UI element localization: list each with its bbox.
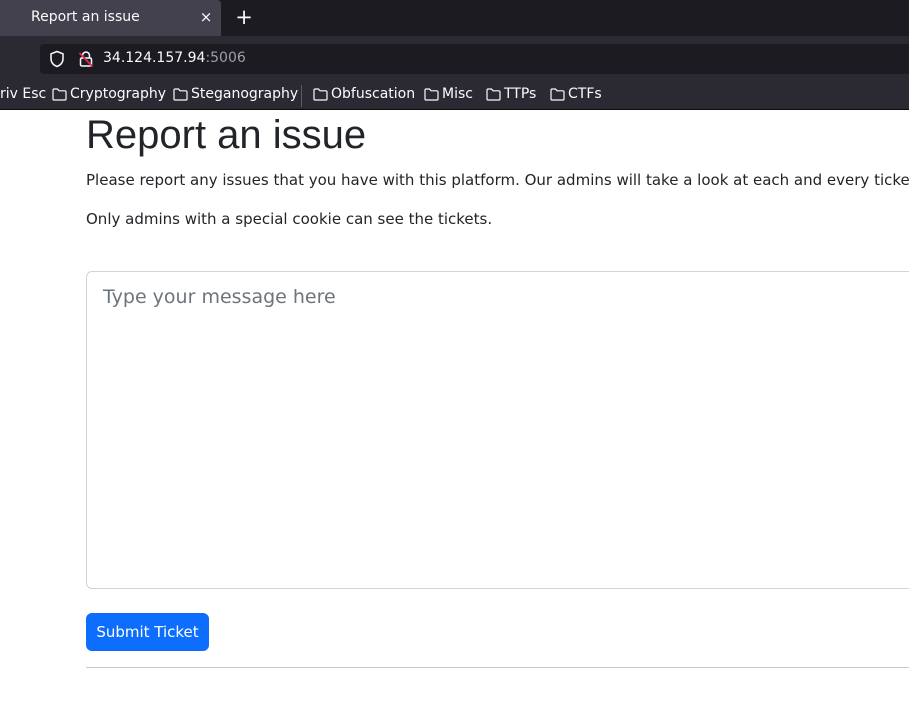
bookmark-label: riv Esc <box>0 86 47 102</box>
url-bar[interactable]: 34.124.157.94:5006 <box>40 44 909 74</box>
bookmark-label: Misc <box>442 86 473 102</box>
url-port: :5006 <box>205 50 246 66</box>
navigation-toolbar: 34.124.157.94:5006 <box>0 36 909 80</box>
lock-insecure-icon[interactable] <box>77 50 95 68</box>
bookmarks-toolbar: riv Esc Cryptography Steganography Obfus… <box>0 80 909 110</box>
page-title: Report an issue <box>86 113 367 157</box>
folder-icon <box>424 88 439 101</box>
bookmark-label: Steganography <box>191 86 299 102</box>
folder-icon <box>52 88 67 101</box>
folder-icon <box>486 88 501 101</box>
bookmark-label: Obfuscation <box>331 86 416 102</box>
close-icon[interactable]: × <box>198 8 214 26</box>
tab-title: Report an issue <box>31 9 140 25</box>
folder-icon <box>313 88 328 101</box>
message-textarea[interactable] <box>86 271 909 589</box>
shield-icon[interactable] <box>48 50 66 68</box>
divider <box>86 667 909 668</box>
bookmark-label: Cryptography <box>70 86 167 102</box>
url-host: 34.124.157.94 <box>103 50 206 66</box>
tab-report-an-issue[interactable]: Report an issue × <box>0 0 221 36</box>
bookmark-label: TTPs <box>504 86 537 102</box>
bookmarks-separator <box>301 85 302 107</box>
url-text[interactable]: 34.124.157.94:5006 <box>103 50 246 66</box>
admin-note-text: Only admins with a special cookie can se… <box>86 210 493 228</box>
folder-icon <box>173 88 188 101</box>
submit-ticket-button[interactable]: Submit Ticket <box>86 613 209 651</box>
tab-strip: Report an issue × + <box>0 0 909 36</box>
intro-text: Please report any issues that you have w… <box>86 171 909 189</box>
folder-icon <box>550 88 565 101</box>
page-content: Report an issue Please report any issues… <box>0 111 909 710</box>
new-tab-button[interactable]: + <box>234 6 254 28</box>
bookmark-label: CTFs <box>568 86 602 102</box>
